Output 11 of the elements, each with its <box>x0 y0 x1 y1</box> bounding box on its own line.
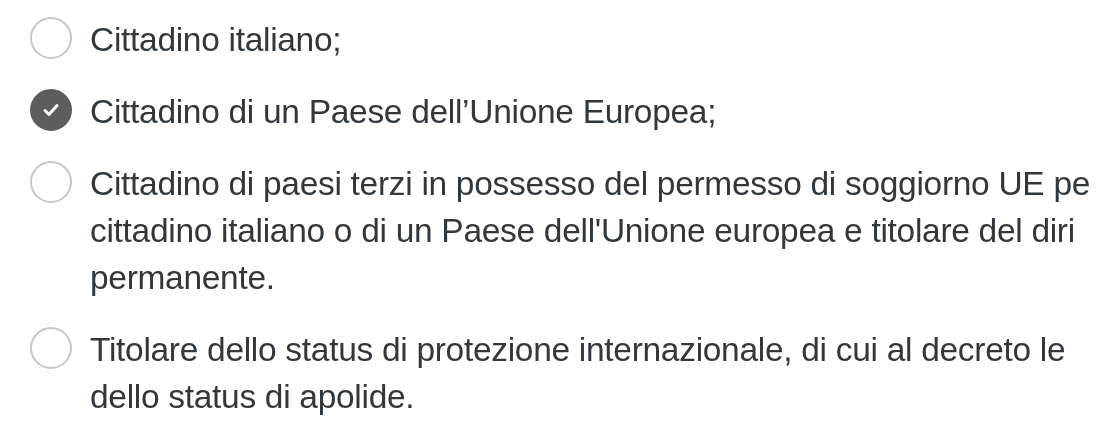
radio-button[interactable] <box>30 161 72 203</box>
option-label: cittadino italiano o di un Paese dell'Unione europea e titolare del diri <box>90 211 1076 251</box>
option-label: permanente. <box>90 258 276 298</box>
option-label: Cittadino di paesi terzi in possesso del permesso di soggiorno UE pe <box>90 164 1091 204</box>
radio-button[interactable] <box>30 17 72 59</box>
radio-button[interactable] <box>30 89 72 131</box>
option-label: dello status di apolide. <box>90 377 416 417</box>
option-label: Cittadino italiano; <box>90 20 342 60</box>
option-label: Titolare dello status di protezione internazionale, di cui al decreto le <box>90 330 1066 370</box>
option-label: Cittadino di un Paese dell’Unione Europea; <box>90 92 717 132</box>
radio-button[interactable] <box>30 327 72 369</box>
